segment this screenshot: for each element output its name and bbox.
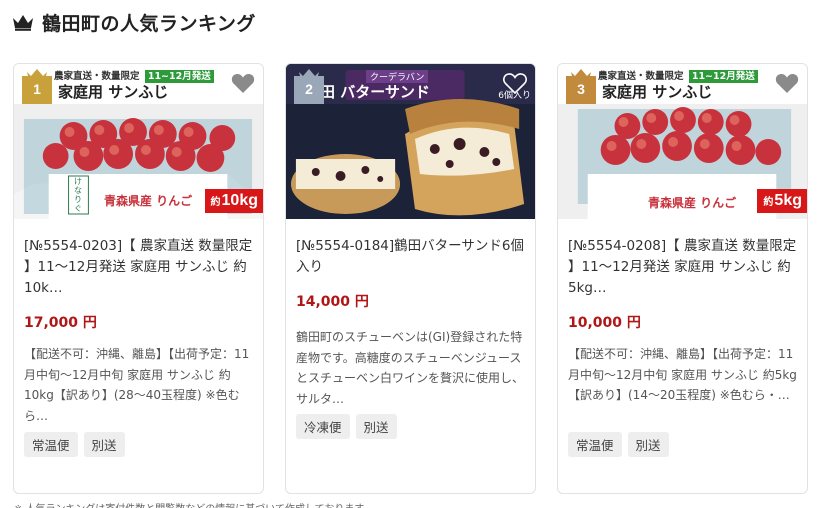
heart-icon[interactable] [231, 72, 255, 94]
weight-badge: 約 5kg [757, 189, 807, 213]
heart-icon[interactable] [775, 72, 799, 94]
rank-badge: 3 [566, 68, 596, 104]
shipping-tag: 冷凍便 [296, 414, 350, 439]
section-title: 鶴田町の人気ランキング [42, 12, 256, 35]
shipping-tag: 別送 [355, 414, 397, 439]
product-card-rank-3[interactable]: 農家直送・数量限定 11~12月発送 家庭用 サンふじ 青森県産 りんご 3 約… [557, 63, 808, 494]
shipping-tag: 別送 [83, 432, 125, 457]
product-title[interactable]: [№5554-0203]【 農家直送 数量限定 】11～12月発送 家庭用 サン… [24, 236, 253, 299]
product-price: 10,000 円 [568, 315, 641, 331]
rank-badge: 1 [22, 68, 52, 104]
banner-line-main: 家庭用 サンふじ [602, 83, 713, 101]
shipping-tag: 常温便 [24, 432, 78, 457]
box-print-text: 青森県産 りんご [104, 194, 193, 208]
ranking-heading: 鶴田町の人気ランキング [12, 8, 256, 36]
product-price: 14,000 円 [296, 294, 369, 310]
product-image[interactable]: 農家直送・数量限定 11~12月発送 家庭用 サンふじ 青森県産 りんご 3 約… [558, 64, 807, 219]
shipping-tag: 常温便 [568, 432, 622, 457]
product-card-rank-2[interactable]: クーデラバン 田 バターサンド 6個入り 2 [№5554-0184]鶴田バター… [285, 63, 536, 494]
product-image[interactable]: クーデラバン 田 バターサンド 6個入り 2 [286, 64, 535, 219]
product-image[interactable]: 農家直送・数量限定 11~12月発送 家庭用 サンふじ けなりぐ 青森県産 りん… [14, 64, 263, 219]
rank-badge: 2 [294, 68, 324, 104]
banner-line-main: 家庭用 サンふじ [58, 83, 169, 101]
product-title[interactable]: [№5554-0184]鶴田バターサンド6個入り [296, 236, 525, 278]
banner-line-top: 農家直送・数量限定 11~12月発送 [598, 68, 758, 83]
shipping-tags: 常温便 別送 [568, 432, 797, 457]
product-description: 鶴田町のスチューベンは(GI)登録された特産物です。高糖度のスチューベンジュース… [296, 330, 525, 406]
product-price: 17,000 円 [24, 315, 97, 331]
product-description: 【配送不可：沖縄、離島】【出荷予定：11月中旬～12月中旬 家庭用 サンふじ 約… [568, 347, 797, 402]
rank-number: 2 [305, 81, 313, 97]
shipping-tags: 常温便 別送 [24, 432, 253, 457]
shipping-tags: 冷凍便 別送 [296, 414, 525, 439]
heart-icon[interactable] [503, 72, 527, 94]
banner-line-top: 農家直送・数量限定 11~12月発送 [54, 68, 214, 83]
rank-number: 1 [33, 81, 41, 97]
product-description: 【配送不可：沖縄、離島】【出荷予定：11月中旬～12月中旬 家庭用 サンふじ 約… [24, 347, 250, 423]
box-side-text: けなりぐ [74, 177, 82, 213]
weight-badge: 約 10kg [204, 189, 263, 213]
product-card-rank-1[interactable]: 農家直送・数量限定 11~12月発送 家庭用 サンふじ けなりぐ 青森県産 りん… [13, 63, 264, 494]
box-print-text: 青森県産 りんご [648, 196, 737, 210]
product-title[interactable]: [№5554-0208]【 農家直送 数量限定 】11～12月発送 家庭用 サン… [568, 236, 797, 299]
ranking-footnote: ※ 人気ランキングは寄付件数と閲覧数などの情報に基づいて作成しております。 [14, 500, 373, 508]
shipping-tag: 別送 [627, 432, 669, 457]
crown-icon [13, 15, 33, 31]
package-label-main: 田 バターサンド [320, 83, 430, 101]
rank-number: 3 [577, 81, 585, 97]
